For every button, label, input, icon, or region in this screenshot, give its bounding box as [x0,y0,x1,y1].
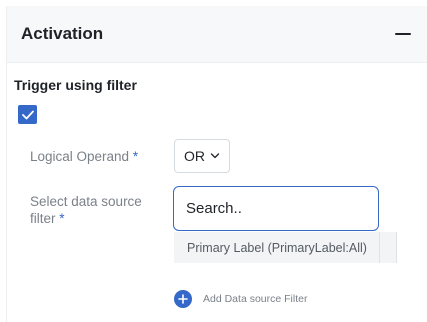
logical-operand-value: OR [184,148,205,164]
data-source-filter-label-text: Select data source filter [30,194,142,226]
chevron-down-icon [210,153,220,159]
data-source-filter-label: Select data source filter * [30,193,160,227]
minus-icon [395,32,411,36]
required-marker: * [132,149,139,164]
data-source-filter-search-input[interactable] [173,186,379,231]
logical-operand-label-text: Logical Operand [30,149,130,164]
option-divider [379,232,380,263]
add-data-source-filter-button[interactable]: Add Data source Filter [174,290,307,308]
panel-header[interactable]: Activation [7,6,427,63]
plus-circle-icon [174,290,192,308]
trigger-filter-checkbox[interactable] [18,105,37,124]
page: Activation Trigger using filter Logical … [0,0,427,322]
trigger-section-title: Trigger using filter [14,77,137,93]
logical-operand-label: Logical Operand * [30,148,138,165]
logical-operand-select[interactable]: OR [174,139,230,173]
filter-option[interactable]: Primary Label (PrimaryLabel:All) [174,232,379,263]
panel-title: Activation [21,24,104,43]
required-marker: * [59,211,65,226]
collapse-button[interactable] [392,23,414,45]
add-data-source-filter-label: Add Data source Filter [203,293,308,305]
checkmark-icon [21,110,34,119]
filter-options-list: Primary Label (PrimaryLabel:All) [174,232,397,263]
plus-icon [178,294,188,304]
